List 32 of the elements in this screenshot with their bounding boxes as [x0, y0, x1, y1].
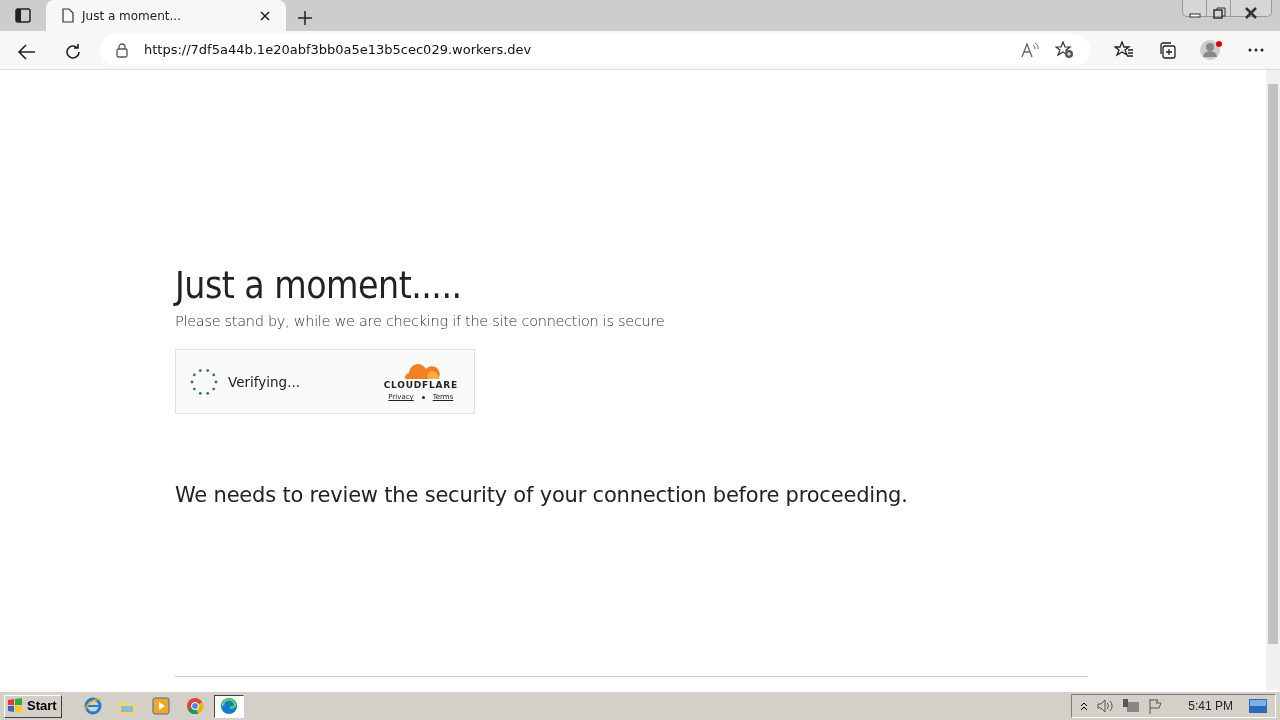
page-icon	[62, 8, 74, 23]
clock: 5:41 PM	[1188, 698, 1233, 715]
tab-close-icon[interactable]	[260, 10, 270, 21]
lock-icon	[116, 42, 128, 58]
url-text: https://7df5a44b.1e20abf3bb0a5e13b5cec029.workers.dev	[144, 41, 532, 60]
start-label: Start	[27, 697, 57, 716]
tab-title: Just a moment...	[82, 7, 182, 25]
brand-wordmark: CLOUDFLARE	[383, 378, 458, 392]
start-button[interactable]: Start	[4, 694, 62, 718]
separator-dot-icon	[421, 396, 425, 400]
network-icon[interactable]	[1122, 698, 1141, 714]
favorites-icon[interactable]	[1114, 41, 1134, 59]
add-favorite-icon[interactable]	[1055, 41, 1074, 59]
close-icon	[1244, 6, 1258, 19]
subheading: Please stand by, while we are checking if the site connection is secure	[175, 311, 666, 331]
profile-avatar-icon[interactable]	[1200, 39, 1224, 61]
browser-tab[interactable]: Just a moment...	[46, 0, 286, 31]
read-aloud-icon[interactable]	[1021, 42, 1039, 58]
verifying-status: Verifying...	[228, 372, 301, 392]
flag-icon[interactable]	[1148, 698, 1165, 714]
tab-actions-icon[interactable]	[15, 8, 31, 23]
speaker-icon[interactable]	[1096, 699, 1115, 713]
page-heading: Just a moment.....	[175, 266, 463, 307]
more-menu-icon[interactable]	[1248, 48, 1264, 52]
edge-icon[interactable]	[213, 694, 244, 718]
address-bar[interactable]: https://7df5a44b.1e20abf3bb0a5e13b5cec029.workers.dev	[100, 34, 1090, 66]
restore-icon	[1211, 6, 1226, 19]
windows-logo-icon	[7, 698, 23, 714]
security-message: We needs to review the security of your connection before proceeding.	[175, 482, 909, 510]
show-hidden-icon[interactable]	[1080, 701, 1089, 711]
collections-icon[interactable]	[1158, 41, 1176, 59]
scrollbar[interactable]	[1266, 70, 1280, 690]
